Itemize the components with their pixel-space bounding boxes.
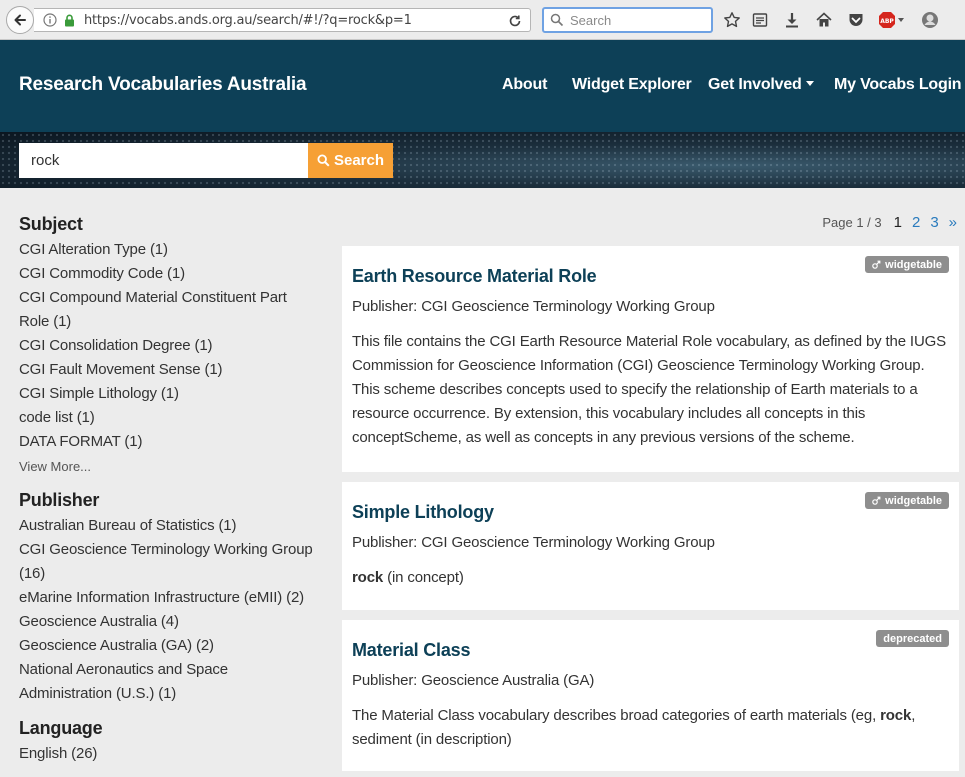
widgetable-badge: widgetable	[865, 256, 949, 273]
facet-item[interactable]: Geoscience Australia (4)	[19, 610, 319, 634]
url-text: https://vocabs.ands.org.au/search/#!/?q=…	[84, 12, 412, 28]
facet-item[interactable]: DATA FORMAT (1)	[19, 430, 319, 454]
search-icon	[550, 13, 564, 27]
page-indicator: Page 1 / 3	[822, 215, 882, 230]
search-button-label: Search	[333, 152, 385, 169]
back-button[interactable]	[6, 6, 34, 34]
arrow-left-icon	[14, 14, 26, 26]
deprecated-badge: deprecated	[876, 630, 949, 647]
next-page-link[interactable]: »	[949, 214, 957, 231]
widget-icon	[872, 260, 881, 269]
reload-icon[interactable]	[506, 12, 524, 30]
browser-search-input[interactable]: Search	[542, 7, 713, 33]
result-publisher: Publisher: CGI Geoscience Terminology Wo…	[352, 534, 715, 551]
result-description: This file contains the CGI Earth Resourc…	[352, 333, 947, 446]
facet-title-language: Language	[19, 718, 103, 738]
facet-item[interactable]: code list (1)	[19, 406, 319, 430]
extension-icon[interactable]	[919, 10, 941, 30]
facet-item[interactable]: CGI Simple Lithology (1)	[19, 382, 319, 406]
widgetable-badge: widgetable	[865, 492, 949, 509]
match-term: rock	[880, 707, 912, 724]
pocket-icon[interactable]	[846, 10, 866, 30]
view-more-link[interactable]: View More...	[19, 456, 319, 478]
desc-before: The Material Class vocabulary describes …	[352, 707, 881, 724]
adblock-icon[interactable]: ABP	[878, 10, 906, 30]
match-term: rock	[352, 569, 384, 586]
facet-item[interactable]: National Aeronautics and Space Administr…	[19, 658, 319, 706]
svg-text:ABP: ABP	[880, 18, 894, 25]
chevron-down-icon	[805, 81, 814, 87]
browser-toolbar: https://vocabs.ands.org.au/search/#!/?q=…	[0, 0, 965, 40]
facet-item[interactable]: English (26)	[19, 742, 319, 766]
nav-about[interactable]: About	[502, 76, 547, 94]
facet-item[interactable]: CGI Commodity Code (1)	[19, 262, 319, 286]
facet-title-subject: Subject	[19, 214, 83, 234]
site-header: Research Vocabularies Australia About Wi…	[0, 40, 965, 132]
facet-item[interactable]: eMarine Information Infrastructure (eMII…	[19, 586, 319, 610]
facet-title-publisher: Publisher	[19, 490, 100, 510]
nav-widget-explorer[interactable]: Widget Explorer	[572, 76, 692, 94]
badge-label: widgetable	[885, 258, 942, 271]
site-brand[interactable]: Research Vocabularies Australia	[19, 74, 307, 96]
facet-item[interactable]: CGI Geoscience Terminology Working Group…	[19, 538, 319, 586]
nav-get-involved-label: Get Involved	[708, 76, 802, 93]
page-link-3[interactable]: 3	[930, 214, 938, 231]
info-icon[interactable]	[42, 13, 58, 27]
result-card: widgetable Earth Resource Material Role …	[342, 246, 959, 472]
result-description: rock (in concept)	[352, 566, 948, 590]
home-icon[interactable]	[814, 10, 834, 30]
facet-item[interactable]: CGI Consolidation Degree (1)	[19, 334, 319, 358]
result-card: deprecated Material Class Publisher: Geo…	[342, 620, 959, 771]
reading-list-icon[interactable]	[750, 10, 770, 30]
facet-item[interactable]: CGI Compound Material Constituent Part R…	[19, 286, 319, 334]
star-icon[interactable]	[722, 10, 742, 30]
result-publisher: Publisher: CGI Geoscience Terminology Wo…	[352, 298, 715, 315]
pagination: Page 1 / 3 1 2 3 »	[822, 214, 957, 231]
result-title[interactable]: Earth Resource Material Role	[352, 266, 597, 287]
url-bar[interactable]: https://vocabs.ands.org.au/search/#!/?q=…	[34, 8, 531, 32]
search-query: rock	[31, 152, 60, 169]
nav-login[interactable]: My Vocabs Login	[834, 76, 962, 94]
search-input[interactable]: rock	[19, 143, 308, 178]
result-card: widgetable Simple Lithology Publisher: C…	[342, 482, 959, 610]
nav-get-involved[interactable]: Get Involved	[708, 76, 814, 94]
browser-search-placeholder: Search	[570, 12, 612, 28]
facet-publisher: Publisher Australian Bureau of Statistic…	[19, 490, 319, 706]
badge-label: deprecated	[883, 632, 942, 645]
facet-item[interactable]: CGI Fault Movement Sense (1)	[19, 358, 319, 382]
result-publisher: Publisher: Geoscience Australia (GA)	[352, 672, 595, 689]
page-link-1[interactable]: 1	[894, 214, 902, 231]
facet-item[interactable]: Australian Bureau of Statistics (1)	[19, 514, 319, 538]
search-banner: rock Search	[0, 132, 965, 188]
lock-icon	[62, 14, 76, 27]
result-title[interactable]: Simple Lithology	[352, 502, 494, 523]
result-title[interactable]: Material Class	[352, 640, 470, 661]
facet-item[interactable]: CGI Alteration Type (1)	[19, 238, 319, 262]
page-link-2[interactable]: 2	[912, 214, 920, 231]
facet-item[interactable]: Geoscience Australia (GA) (2)	[19, 634, 319, 658]
facets-sidebar: Subject CGI Alteration Type (1) CGI Comm…	[19, 214, 319, 777]
facet-subject: Subject CGI Alteration Type (1) CGI Comm…	[19, 214, 319, 478]
badge-label: widgetable	[885, 494, 942, 507]
search-icon	[317, 154, 330, 167]
widget-icon	[872, 496, 881, 505]
match-context: (in concept)	[383, 569, 464, 586]
result-description: The Material Class vocabulary describes …	[352, 704, 948, 752]
download-icon[interactable]	[782, 10, 802, 30]
facet-language: Language English (26)	[19, 718, 319, 766]
search-button[interactable]: Search	[308, 143, 393, 178]
